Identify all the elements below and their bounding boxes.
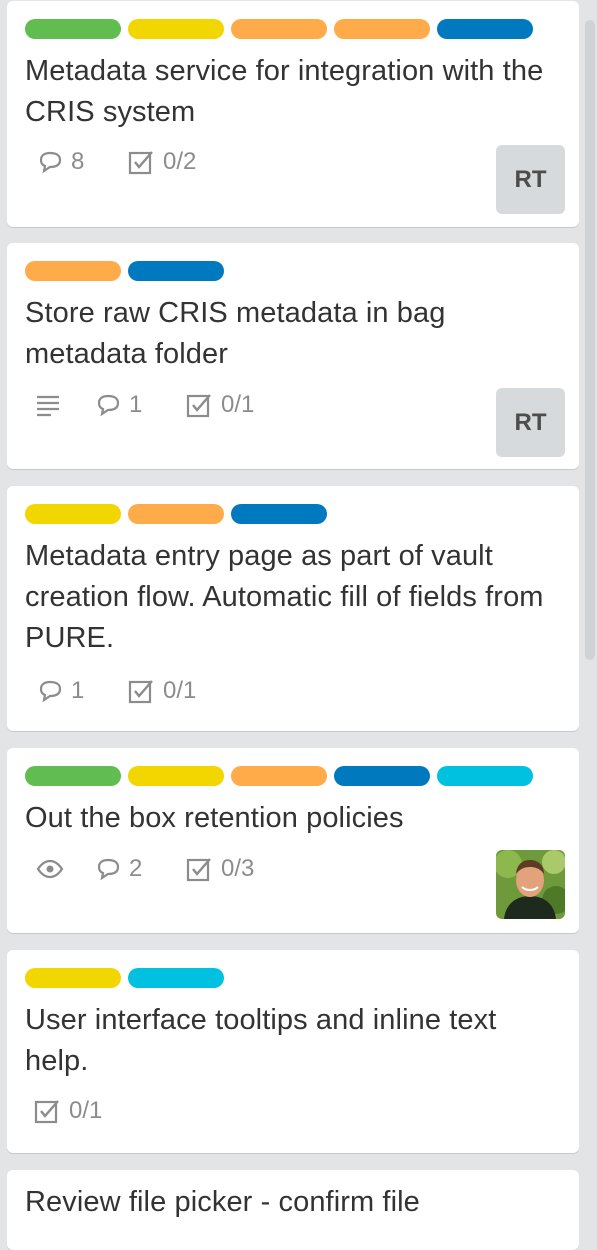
label-yellow[interactable] (25, 504, 121, 524)
comment-count: 1 (71, 677, 85, 704)
card[interactable]: Metadata service for integration with th… (7, 1, 579, 227)
label-yellow[interactable] (25, 968, 121, 988)
label-orange[interactable] (231, 19, 327, 39)
watch-badge (35, 854, 65, 884)
member-avatar[interactable]: RT (496, 388, 565, 457)
label-orange[interactable] (25, 261, 121, 281)
label-blue[interactable] (231, 504, 327, 524)
member-avatar[interactable]: RT (496, 145, 565, 214)
checklist-icon (186, 858, 211, 882)
label-yellow[interactable] (128, 766, 224, 786)
card[interactable]: User interface tooltips and inline text … (7, 950, 579, 1153)
comments-badge: 8 (37, 147, 84, 177)
card-title: Out the box retention policies (25, 802, 404, 834)
label-green[interactable] (25, 766, 121, 786)
comment-icon (97, 394, 120, 417)
label-yellow[interactable] (128, 19, 224, 39)
scrollbar-thumb[interactable] (585, 20, 595, 660)
checklist-count: 0/2 (163, 148, 197, 175)
eye-icon (36, 859, 64, 879)
card[interactable]: Metadata entry page as part of vault cre… (7, 486, 579, 731)
label-green[interactable] (25, 19, 121, 39)
checklist-badge: 0/1 (127, 676, 196, 706)
comment-count: 2 (129, 855, 143, 882)
label-orange[interactable] (231, 766, 327, 786)
label-orange[interactable] (128, 504, 224, 524)
comment-icon (39, 151, 62, 174)
label-blue[interactable] (128, 261, 224, 281)
card[interactable]: Out the box retention policies 2 0/3 (7, 748, 579, 933)
label-blue[interactable] (334, 766, 430, 786)
checklist-icon (186, 394, 211, 418)
label-blue[interactable] (437, 19, 533, 39)
checklist-badge: 0/3 (185, 854, 254, 884)
checklist-icon (128, 680, 153, 704)
label-sky[interactable] (128, 968, 224, 988)
card-title: Metadata entry page as part of vault cre… (25, 540, 544, 654)
checklist-count: 0/1 (221, 391, 255, 418)
card[interactable]: Review file picker - confirm file (7, 1170, 579, 1250)
comment-count: 8 (71, 148, 85, 175)
checklist-badge: 0/1 (33, 1096, 102, 1126)
card-title: Store raw CRIS metadata in bag metadata … (25, 297, 446, 370)
person-photo-icon[interactable] (496, 850, 565, 919)
checklist-icon (34, 1100, 59, 1124)
description-icon (37, 395, 59, 417)
label-sky[interactable] (437, 766, 533, 786)
checklist-badge: 0/2 (127, 147, 196, 177)
card-title: Metadata service for integration with th… (25, 55, 544, 128)
card-title: Review file picker - confirm file (25, 1186, 420, 1218)
checklist-icon (128, 151, 153, 175)
checklist-badge: 0/1 (185, 390, 254, 420)
checklist-count: 0/1 (69, 1097, 103, 1124)
comment-icon (39, 680, 62, 703)
description-badge (33, 390, 63, 420)
card-title: User interface tooltips and inline text … (25, 1004, 497, 1077)
trello-list: Metadata service for integration with th… (0, 0, 580, 1250)
comment-icon (97, 858, 120, 881)
comments-badge: 1 (37, 676, 84, 706)
comment-count: 1 (129, 391, 143, 418)
comments-badge: 2 (95, 854, 142, 884)
card[interactable]: Store raw CRIS metadata in bag metadata … (7, 243, 579, 469)
checklist-count: 0/1 (163, 677, 197, 704)
label-orange[interactable] (334, 19, 430, 39)
checklist-count: 0/3 (221, 855, 255, 882)
comments-badge: 1 (95, 390, 142, 420)
